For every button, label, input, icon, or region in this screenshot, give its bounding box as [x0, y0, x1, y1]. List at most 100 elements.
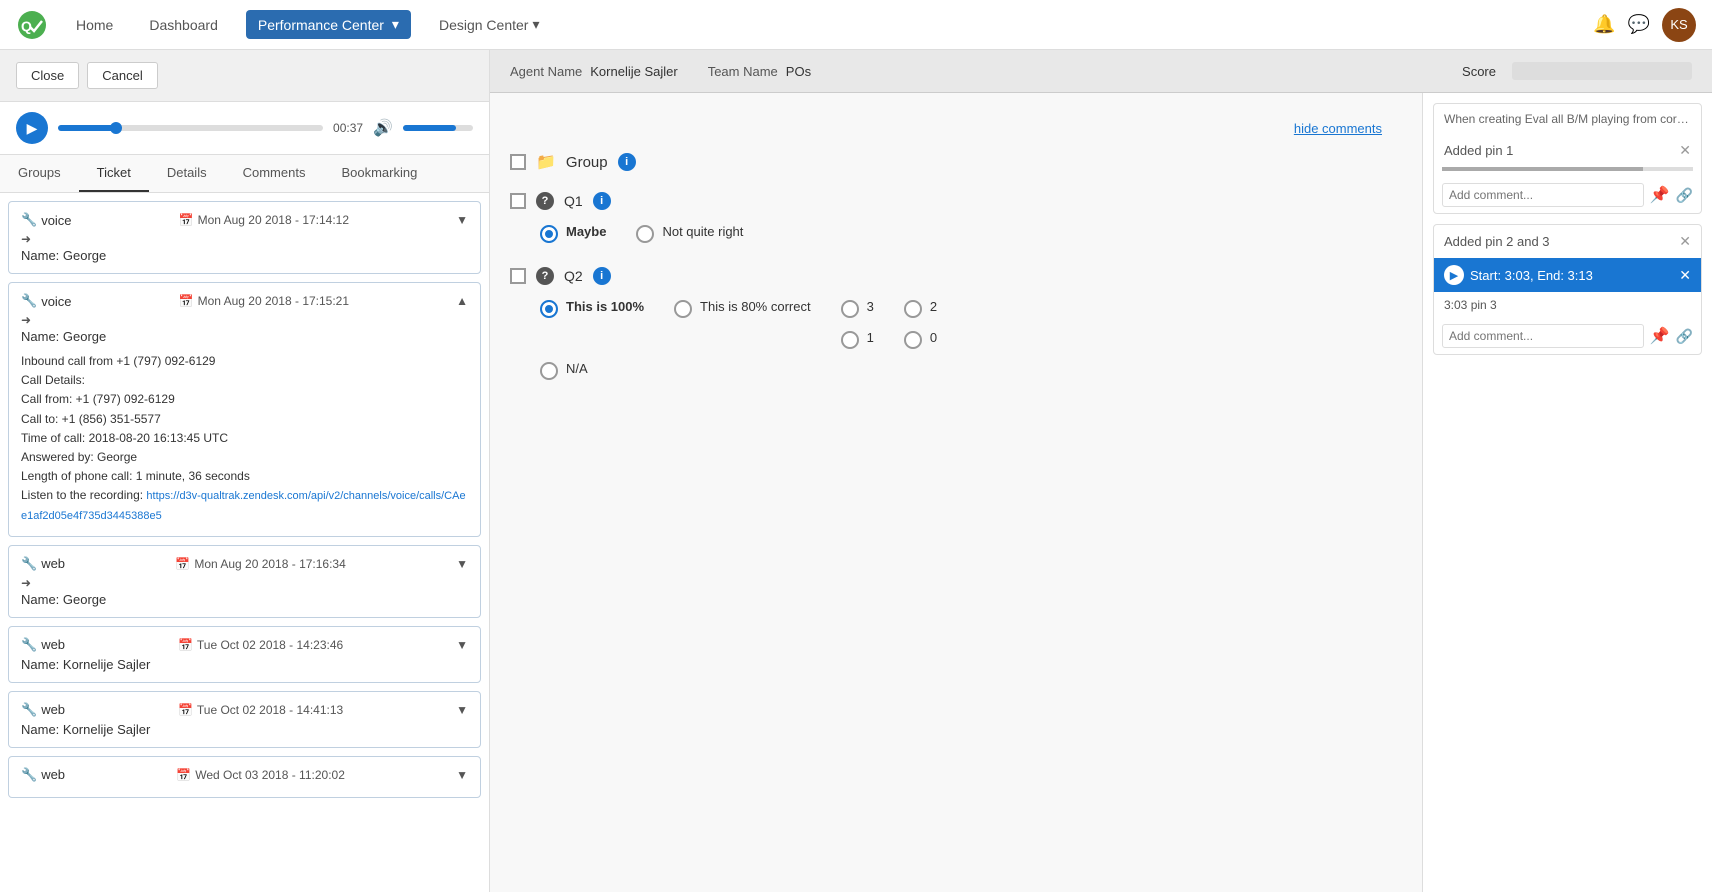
calendar-icon: 📅	[175, 557, 190, 571]
radio-not-quite[interactable]	[636, 225, 654, 243]
question-row: ? Q1 i Maybe Not quite right	[510, 192, 1402, 243]
progress-thumb[interactable]	[110, 122, 122, 134]
nav-design-center[interactable]: Design Center ▾	[431, 12, 548, 37]
answer-option[interactable]: 0	[904, 330, 937, 349]
expand-icon[interactable]: ▼	[456, 703, 468, 717]
arrow-right-icon: ➜	[21, 313, 31, 327]
tab-details[interactable]: Details	[149, 155, 225, 192]
play-button[interactable]: ▶	[16, 112, 48, 144]
call-from: Call from: +1 (797) 092-6129	[21, 390, 468, 409]
pin-icon[interactable]: 📌	[1650, 185, 1670, 205]
close-button[interactable]: Close	[16, 62, 79, 89]
tab-comments[interactable]: Comments	[225, 155, 324, 192]
answer-option[interactable]: 1	[841, 330, 874, 349]
ticket-date-value: Mon Aug 20 2018 - 17:16:34	[194, 557, 345, 571]
list-item[interactable]: 🔧 voice 📅 Mon Aug 20 2018 - 17:14:12 ▼ ➜…	[8, 201, 481, 274]
left-panel: Close Cancel ▶ 00:37 🔊 Groups Ticket Det…	[0, 50, 490, 892]
pin-label: Added pin 1	[1444, 143, 1513, 158]
highlight-close-button[interactable]: ✕	[1679, 267, 1691, 284]
collapse-icon[interactable]: ▲	[456, 294, 468, 308]
answer-option[interactable]: Maybe	[540, 224, 606, 243]
nav-dashboard[interactable]: Dashboard	[141, 13, 226, 37]
hide-comments-link[interactable]: hide comments	[510, 113, 1402, 136]
team-name-value: POs	[786, 64, 811, 79]
list-item[interactable]: 🔧 voice 📅 Mon Aug 20 2018 - 17:15:21 ▲ ➜…	[8, 282, 481, 537]
answer-option[interactable]: This is 80% correct	[674, 299, 811, 318]
audio-progress-bar[interactable]	[58, 125, 323, 131]
q1-label: Q1	[564, 193, 583, 209]
chat-icon[interactable]: 💬	[1628, 14, 1650, 35]
radio-3[interactable]	[841, 300, 859, 318]
answer-option[interactable]: This is 100%	[540, 299, 644, 318]
avatar[interactable]: KS	[1662, 8, 1696, 42]
answer-option[interactable]: N/A	[540, 361, 1402, 380]
pin-close-button[interactable]: ✕	[1679, 142, 1691, 159]
tab-groups[interactable]: Groups	[0, 155, 79, 192]
radio-na[interactable]	[540, 362, 558, 380]
tab-bookmarking[interactable]: Bookmarking	[323, 155, 435, 192]
bell-icon[interactable]: 🔔	[1593, 14, 1615, 35]
q2-info-icon[interactable]: i	[593, 267, 611, 285]
q2-checkbox[interactable]	[510, 268, 526, 284]
ticket-channel: web	[41, 637, 65, 652]
play-small-icon[interactable]: ▶	[1444, 265, 1464, 285]
comment-scroll-bar	[1442, 167, 1693, 171]
radio-80[interactable]	[674, 300, 692, 318]
answer-option[interactable]: Not quite right	[636, 224, 743, 243]
cancel-button[interactable]: Cancel	[87, 62, 157, 89]
agent-name-value: Kornelije Sajler	[590, 64, 677, 79]
score-bar	[1512, 62, 1692, 80]
audio-player: ▶ 00:37 🔊	[0, 102, 489, 155]
tabs-row: Groups Ticket Details Comments Bookmarki…	[0, 155, 489, 193]
list-item[interactable]: 🔧 web 📅 Tue Oct 02 2018 - 14:41:13 ▼ Nam…	[8, 691, 481, 748]
expand-icon[interactable]: ▼	[456, 638, 468, 652]
comment-input-row-2: 📌 🔗	[1434, 318, 1701, 354]
pin2-label: Added pin 2 and 3	[1444, 234, 1550, 249]
list-item[interactable]: 🔧 web 📅 Tue Oct 02 2018 - 14:23:46 ▼ Nam…	[8, 626, 481, 683]
attach-icon-2[interactable]: 🔗	[1676, 328, 1693, 345]
tab-ticket[interactable]: Ticket	[79, 155, 149, 192]
ticket-channel: web	[41, 767, 65, 782]
answer-label: N/A	[566, 361, 588, 376]
pin-icon-2[interactable]: 📌	[1650, 326, 1670, 346]
expand-icon[interactable]: ▼	[456, 557, 468, 571]
volume-icon[interactable]: 🔊	[373, 118, 393, 138]
expand-icon[interactable]: ▼	[456, 768, 468, 782]
comment-input-2[interactable]	[1442, 324, 1644, 348]
question-header: ? Q2 i	[510, 267, 1402, 285]
app-logo[interactable]: Q	[16, 9, 48, 41]
answer-option[interactable]: 2	[904, 299, 937, 318]
question-icon: ?	[536, 267, 554, 285]
eval-content: hide comments 📁 Group i ? Q1 i	[490, 93, 1712, 892]
q2-label: Q2	[564, 268, 583, 284]
volume-bar[interactable]	[403, 125, 473, 131]
ticket-type: 🔧 web	[21, 556, 65, 572]
pin2-close-button[interactable]: ✕	[1679, 233, 1691, 250]
group-checkbox[interactable]	[510, 154, 526, 170]
radio-maybe[interactable]	[540, 225, 558, 243]
nav-performance-center[interactable]: Performance Center ▾	[246, 10, 411, 39]
nav-home[interactable]: Home	[68, 13, 121, 37]
expand-icon[interactable]: ▼	[456, 213, 468, 227]
radio-2[interactable]	[904, 300, 922, 318]
q1-checkbox[interactable]	[510, 193, 526, 209]
radio-0[interactable]	[904, 331, 922, 349]
numeric-options-2: 2 0	[904, 299, 937, 349]
list-item[interactable]: 🔧 web 📅 Mon Aug 20 2018 - 17:16:34 ▼ ➜ N…	[8, 545, 481, 618]
radio-100[interactable]	[540, 300, 558, 318]
attach-icon[interactable]: 🔗	[1676, 187, 1693, 204]
comment-input-1[interactable]	[1442, 183, 1644, 207]
answer-option[interactable]: 3	[841, 299, 874, 318]
radio-1[interactable]	[841, 331, 859, 349]
q1-info-icon[interactable]: i	[593, 192, 611, 210]
ticket-details: Inbound call from +1 (797) 092-6129 Call…	[21, 352, 468, 526]
q2-answers: This is 100% This is 80% correct 3	[510, 299, 1402, 349]
question-header: ? Q1 i	[510, 192, 1402, 210]
wrench-icon: 🔧	[21, 702, 37, 718]
ticket-type: 🔧 web	[21, 637, 65, 653]
answered-by: Answered by: George	[21, 448, 468, 467]
svg-text:Q: Q	[21, 18, 32, 34]
group-info-icon[interactable]: i	[618, 153, 636, 171]
question-icon: ?	[536, 192, 554, 210]
list-item[interactable]: 🔧 web 📅 Wed Oct 03 2018 - 11:20:02 ▼	[8, 756, 481, 798]
